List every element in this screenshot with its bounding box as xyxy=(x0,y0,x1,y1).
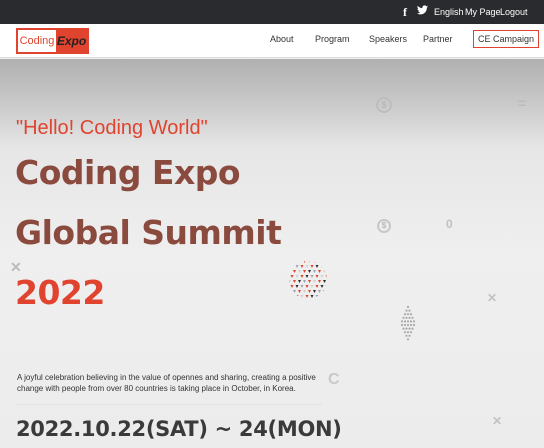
diamond-dot-decoration-icon xyxy=(400,305,416,341)
hero-year: 2022 xyxy=(15,273,105,312)
dot-pattern-decoration-icon xyxy=(289,261,327,298)
equals-decoration-icon: = xyxy=(518,95,527,111)
twitter-icon[interactable] xyxy=(417,5,428,19)
nav-item-program[interactable]: Program xyxy=(315,34,350,45)
hero-title-line-1: Coding Expo xyxy=(15,153,241,192)
top-bar: f English My Page Logout xyxy=(0,0,544,24)
coin-decoration-icon: $ xyxy=(377,219,391,233)
mypage-link[interactable]: My Page xyxy=(465,7,501,18)
facebook-icon[interactable]: f xyxy=(403,5,407,19)
hero-section: $ $ 0 C = ✕ ✕ ✕ "Hello! Coding World" Co… xyxy=(0,59,544,448)
language-link[interactable]: English xyxy=(434,7,464,18)
divider xyxy=(17,404,322,405)
cross-decoration-icon: ✕ xyxy=(487,291,498,305)
logo-part-coding: Coding xyxy=(18,30,56,52)
nav-item-partner[interactable]: Partner xyxy=(423,34,453,45)
zero-decoration-icon: 0 xyxy=(446,217,453,231)
cross-decoration-icon: ✕ xyxy=(492,414,503,428)
site-logo[interactable]: Coding Expo xyxy=(16,28,89,54)
hero-title-line-2: Global Summit xyxy=(15,213,282,252)
nav-item-speakers[interactable]: Speakers xyxy=(369,34,407,45)
nav-item-about[interactable]: About xyxy=(270,34,294,45)
c-decoration-icon: C xyxy=(328,371,340,388)
hero-greeting: "Hello! Coding World" xyxy=(16,117,208,139)
event-dates: 2022.10.22(SAT) ~ 24(MON) xyxy=(16,417,342,441)
ce-campaign-button[interactable]: CE Campaign xyxy=(473,30,540,48)
main-navbar: Coding Expo About Program Speakers Partn… xyxy=(0,24,544,58)
logo-part-expo: Expo xyxy=(56,30,87,52)
logout-link[interactable]: Logout xyxy=(500,7,528,18)
coin-decoration-icon: $ xyxy=(376,97,392,113)
hero-description: A joyful celebration believing in the va… xyxy=(17,373,316,393)
